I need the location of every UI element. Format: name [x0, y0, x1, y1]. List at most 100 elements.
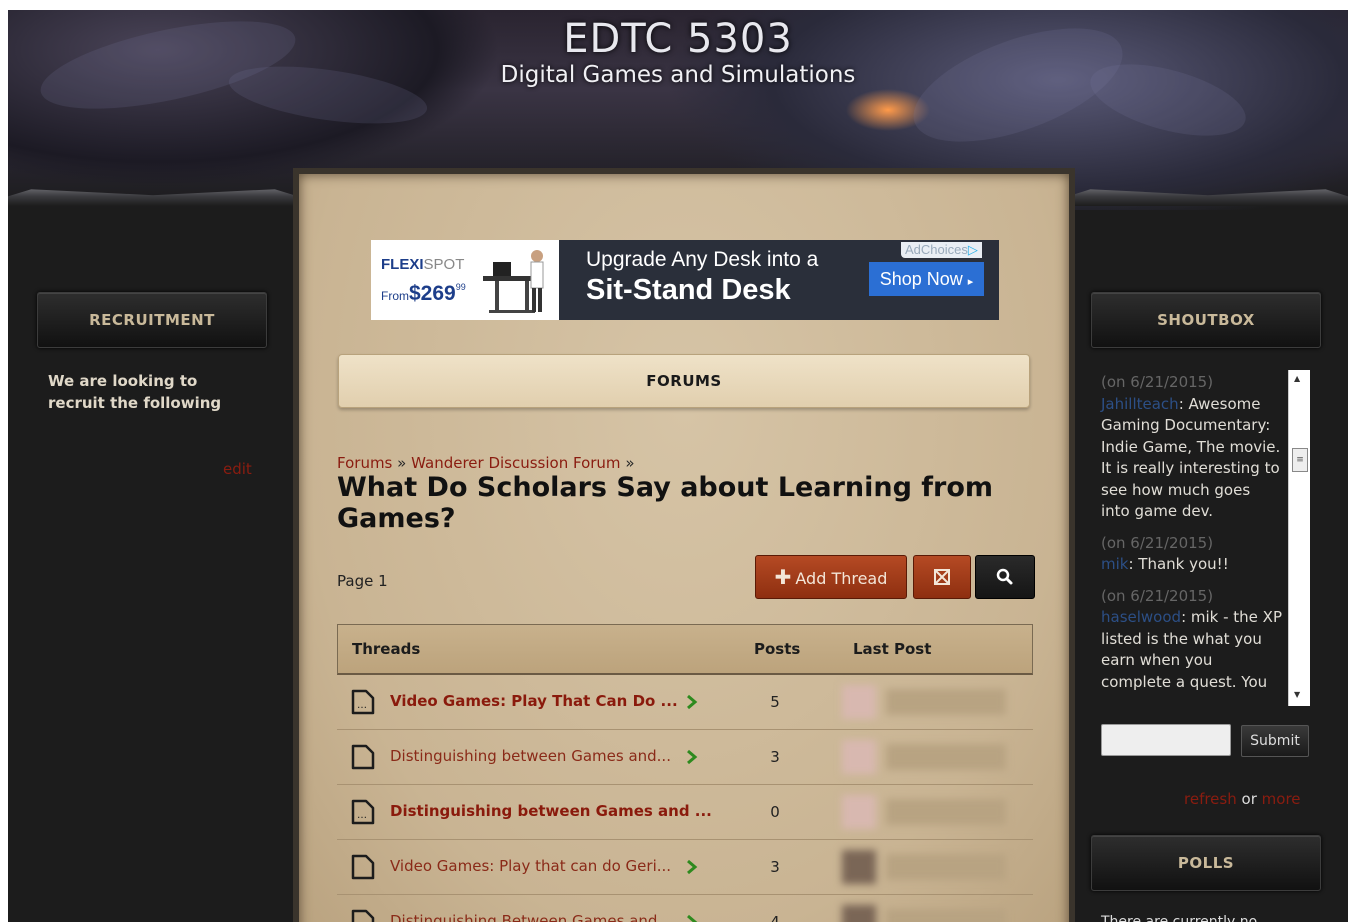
ad-brand-sub: SPOT: [423, 256, 465, 273]
advertisement-banner[interactable]: FLEXISPOT From$26999 Upgrade Any Desk in…: [371, 240, 999, 320]
shout-user-link[interactable]: mik: [1101, 555, 1128, 573]
thread-title-link[interactable]: Distinguishing between Games and...: [390, 730, 671, 782]
forums-header: FORUMS: [338, 354, 1030, 408]
shoutbox-submit-button[interactable]: Submit: [1241, 725, 1309, 757]
column-header-last-post[interactable]: Last Post: [853, 625, 931, 673]
thread-title-link[interactable]: Distinguishing between Games and ...: [390, 785, 712, 837]
shout-date: (on 6/21/2015): [1101, 373, 1214, 391]
shoutbox-more-link[interactable]: more: [1262, 790, 1301, 808]
shoutbox-message: (on 6/21/2015) mik: Thank you!!: [1101, 533, 1283, 576]
ad-shop-now-button[interactable]: Shop Now ▸: [869, 262, 984, 296]
column-header-posts[interactable]: Posts: [754, 625, 800, 673]
thread-post-count: 4: [770, 913, 780, 922]
thread-post-count: 3: [770, 858, 780, 876]
thread-icon: [351, 854, 375, 880]
shout-user-link[interactable]: Jahillteach: [1101, 395, 1179, 413]
add-thread-button[interactable]: ✚ Add Thread: [755, 555, 907, 599]
scroll-up-icon[interactable]: ▲: [1294, 374, 1300, 383]
ad-headline: Upgrade Any Desk into a: [586, 248, 819, 271]
chevron-right-icon: ▸: [967, 276, 974, 288]
ad-price-cents: 99: [455, 282, 466, 292]
scrollbar-thumb[interactable]: ≡: [1292, 448, 1308, 472]
ad-product: Sit-Stand Desk: [586, 274, 791, 306]
shout-date: (on 6/21/2015): [1101, 586, 1214, 605]
standing-desk-image: [483, 250, 544, 313]
site-subtitle: Digital Games and Simulations: [500, 62, 856, 88]
recruitment-header: RECRUITMENT: [37, 292, 267, 348]
breadcrumb-forum-link[interactable]: Wanderer Discussion Forum: [411, 454, 620, 472]
thread-icon: [351, 909, 375, 922]
page-frame: EDTC 5303 Digital Games and Simulations …: [8, 10, 1348, 922]
subscribe-button[interactable]: [913, 555, 971, 599]
main-content: FLEXISPOT From$26999 Upgrade Any Desk in…: [293, 168, 1075, 922]
chevron-right-icon[interactable]: [685, 749, 699, 765]
ad-price-value: $269: [409, 282, 456, 305]
shoutbox-messages[interactable]: (on 6/21/2015) Jahillteach: Awesome Gamin…: [1099, 370, 1308, 706]
adchoices-icon: ▷: [967, 242, 978, 257]
thread-title-link[interactable]: Video Games: Play that can do Geri...: [390, 840, 671, 892]
scroll-down-icon[interactable]: ▼: [1294, 690, 1300, 699]
shoutbox-refresh-link[interactable]: refresh: [1184, 790, 1237, 808]
thread-post-count: 5: [770, 693, 780, 711]
last-post-info[interactable]: [842, 685, 1022, 719]
shoutbox-message: (on 6/21/2015) haselwood: mik - the XP li…: [1101, 586, 1283, 694]
breadcrumb-separator: »: [397, 454, 407, 472]
recruitment-edit-link[interactable]: edit: [223, 460, 252, 478]
ad-brand: FLEXISPOT: [381, 256, 464, 273]
ad-shop-now-label: Shop Now: [879, 269, 963, 289]
last-post-info[interactable]: [842, 850, 1022, 884]
site-title[interactable]: EDTC 5303: [8, 16, 1348, 62]
recruitment-text: We are looking to recruit the following: [48, 372, 222, 412]
page-title: What Do Scholars Say about Learning from…: [337, 472, 994, 534]
table-row[interactable]: … Distinguishing between Games and ... 0: [337, 785, 1033, 840]
page-indicator: Page 1: [337, 572, 388, 590]
last-post-info[interactable]: [842, 740, 1022, 774]
threads-table: Threads Posts Last Post … Video Games: Pl…: [337, 624, 1033, 922]
thread-title-link[interactable]: Video Games: Play That Can Do ...: [390, 675, 678, 727]
unread-thread-icon: …: [351, 799, 375, 825]
shoutbox-input[interactable]: [1101, 724, 1231, 756]
add-thread-label: Add Thread: [795, 569, 888, 588]
plus-icon: ✚: [774, 565, 792, 589]
shoutbox-message-list: (on 6/21/2015) Jahillteach: Awesome Gamin…: [1101, 372, 1283, 703]
column-header-threads[interactable]: Threads: [352, 625, 420, 673]
ad-price-from: From: [381, 289, 409, 303]
shoutbox-header: SHOUTBOX: [1091, 292, 1321, 348]
ad-price: From$26999: [381, 282, 466, 306]
shoutbox-message: (on 6/21/2015) Jahillteach: Awesome Gamin…: [1101, 372, 1283, 523]
shoutbox-scrollbar[interactable]: ▲ ≡ ▼: [1288, 370, 1310, 706]
adchoices-badge[interactable]: AdChoices▷: [901, 242, 982, 258]
shoutbox-or-text: or: [1241, 790, 1257, 808]
chevron-right-icon[interactable]: [685, 859, 699, 875]
chevron-right-icon[interactable]: [685, 694, 699, 710]
last-post-info[interactable]: [842, 905, 1022, 922]
table-row[interactable]: Distinguishing Between Games and... 4: [337, 895, 1033, 922]
shout-text: : Thank you!!: [1128, 555, 1229, 573]
svg-text:…: …: [357, 810, 367, 821]
table-row[interactable]: Distinguishing between Games and... 3: [337, 730, 1033, 785]
polls-text: There are currently no: [1101, 914, 1258, 922]
ad-brand-main: FLEXI: [381, 256, 424, 273]
thread-icon: [351, 744, 375, 770]
shout-user-link[interactable]: haselwood: [1101, 608, 1181, 626]
chevron-right-icon[interactable]: [685, 914, 699, 922]
table-row[interactable]: Video Games: Play that can do Geri... 3: [337, 840, 1033, 895]
breadcrumb: Forums » Wanderer Discussion Forum »: [337, 454, 635, 472]
search-button[interactable]: [975, 555, 1035, 599]
thread-title-link[interactable]: Distinguishing Between Games and...: [390, 895, 672, 922]
envelope-icon: [934, 569, 950, 585]
shout-date: (on 6/21/2015): [1101, 533, 1214, 552]
threads-table-header: Threads Posts Last Post: [337, 624, 1033, 675]
shout-text: : Awesome Gaming Documentary: Indie Game…: [1101, 394, 1281, 521]
thread-post-count: 0: [770, 803, 780, 821]
last-post-info[interactable]: [842, 795, 1022, 829]
thread-post-count: 3: [770, 748, 780, 766]
adchoices-label: AdChoices: [905, 242, 968, 257]
breadcrumb-separator: »: [625, 454, 635, 472]
table-row[interactable]: … Video Games: Play That Can Do ... 5: [337, 675, 1033, 730]
svg-text:…: …: [357, 700, 367, 711]
unread-thread-icon: …: [351, 689, 375, 715]
polls-header: POLLS: [1091, 835, 1321, 891]
breadcrumb-forums-link[interactable]: Forums: [337, 454, 392, 472]
ad-logo-panel: FLEXISPOT From$26999: [371, 240, 559, 320]
